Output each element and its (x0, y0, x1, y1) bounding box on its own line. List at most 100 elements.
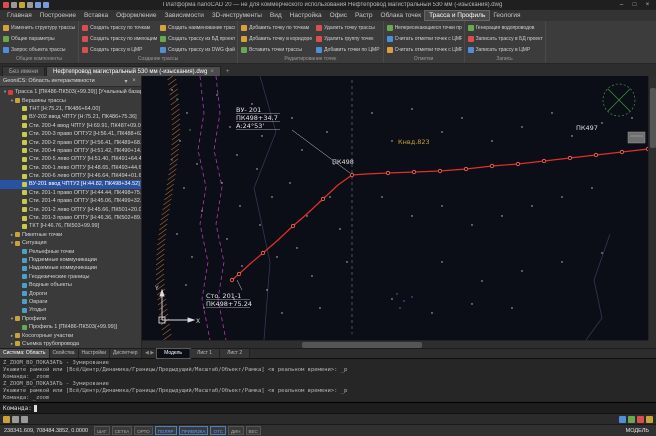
ribbon-button[interactable]: Записать трассу в ЦМР (467, 45, 543, 56)
ribbon-button[interactable]: Вставить точки трассы (240, 45, 313, 56)
tree-item[interactable]: ▾Профили (0, 315, 141, 323)
ribbon-button[interactable]: Записать трассу в БД проектов (467, 33, 543, 44)
menu-item-3[interactable]: Оформление (112, 11, 160, 20)
menu-item-4[interactable]: Зависимости (160, 11, 207, 20)
tree-item[interactable]: Овраги (0, 298, 141, 306)
chat-icon[interactable] (628, 416, 635, 423)
menu-item-2[interactable]: Вставка (80, 11, 112, 20)
tree-item[interactable]: ВУ-202 ввод ЧПТУ [Н:75.21, ПК486+75.36] (0, 113, 141, 121)
tree-item[interactable]: Сти. 201-2 лево ОПТУ [Н:45.66, ПК501+20.… (0, 205, 141, 213)
alert-icon[interactable] (637, 416, 644, 423)
save-icon[interactable] (27, 2, 33, 8)
command-input-row[interactable]: Команда: (0, 402, 656, 413)
tree-item[interactable]: Подземные коммуникации (0, 256, 141, 264)
ribbon-button[interactable]: Изменить структуру трассы (2, 22, 76, 33)
ribbon-button[interactable]: Добавить точки по ЦМР (315, 45, 380, 56)
tree-item[interactable]: ▸Косогорные участки (0, 331, 141, 339)
layout-tab-0[interactable]: Модель (157, 349, 190, 358)
drawing-area[interactable]: ПК498ПК497Кнвд.823ВУ- 201ПК498+34.7А:24°… (142, 76, 656, 348)
panel-tab-1[interactable]: Свойства (50, 349, 79, 358)
document-tab-0[interactable]: Без имени (2, 66, 45, 76)
toggle-поляр[interactable]: ПОЛЯР (155, 426, 177, 435)
ribbon-button[interactable]: Создать трассу из БД проектов (159, 33, 235, 44)
ribbon-button[interactable]: Создать трассу в ЦМР (81, 45, 157, 56)
folder-icon[interactable] (3, 416, 10, 423)
link-icon[interactable] (619, 416, 626, 423)
maximize-button[interactable]: □ (628, 2, 641, 8)
toggle-вес[interactable]: ВЕС (246, 426, 261, 435)
app-icon[interactable] (3, 2, 9, 8)
menu-item-5[interactable]: 3D-инструменты (208, 11, 266, 20)
menu-item-9[interactable]: Растр (351, 11, 377, 20)
tree-item[interactable]: Сти. 200-5 лево ОПТУ [Н:51.40, ПК491+64.… (0, 155, 141, 163)
tree-item[interactable]: Дороги (0, 289, 141, 297)
tree-item[interactable]: Сти. 201-3 право ОПТУ [Н:46.36, ПК502+89… (0, 214, 141, 222)
save-icon[interactable] (12, 416, 19, 423)
toggle-шаг[interactable]: ШАГ (94, 426, 110, 435)
panel-tab-2[interactable]: Настройки (79, 349, 111, 358)
layout-tab-1[interactable]: Лист 1 (190, 349, 220, 358)
ribbon-button[interactable]: Запрос объекта трассы (2, 45, 76, 56)
tree-item[interactable]: Сти. 201-4 право ОПТУ [Н:45.06, ПК499+32… (0, 197, 141, 205)
ribbon-button[interactable]: Генерация водопроводов (467, 22, 543, 33)
menu-item-11[interactable]: Трасса и Профиль (425, 11, 489, 20)
tree-item[interactable]: Надземные коммуникации (0, 264, 141, 272)
ribbon-button[interactable]: Считать отметки точек с ЦМР (386, 33, 462, 44)
ribbon-button[interactable]: Добавить точку в коридоре (240, 33, 313, 44)
tree-item[interactable]: ▸Съемка трубопровода (0, 340, 141, 348)
tree-item[interactable]: ▸Пикетные точки (0, 231, 141, 239)
layout-tab-arrows[interactable]: ◀ ▶ (142, 349, 157, 358)
ribbon-button[interactable]: Создать трассу по имеющимся (81, 33, 157, 44)
tree-item[interactable]: Сти. 201-1 право ОПТУ [Н:44.44, ПК498+75… (0, 189, 141, 197)
tree-item[interactable]: Угодья (0, 306, 141, 314)
toggle-отс[interactable]: ОТС (210, 426, 226, 435)
command-history[interactable]: Z_ZOOM_ВО_ПОКАЗАТЬ - ЗумированиеУкажите … (0, 358, 656, 402)
undo-icon[interactable] (35, 2, 41, 8)
tree-item[interactable]: Сти. 200-6 лево ОПТУ [Н:46.64, ПК494+01.… (0, 172, 141, 180)
tree-item[interactable]: Рельефные точки (0, 247, 141, 255)
cad-canvas[interactable]: ПК498ПК497Кнвд.823ВУ- 201ПК498+34.7А:24°… (142, 76, 648, 340)
print-icon[interactable] (21, 416, 28, 423)
tree-item[interactable]: Профиль 1 [ПК486-ПК503(+99.99)] (0, 323, 141, 331)
ribbon-button[interactable]: Добавить точку по точкам (240, 22, 313, 33)
ribbon-button[interactable]: Создать трассу из DWG файла (159, 45, 235, 56)
panel-tab-3[interactable]: Диспетчер (110, 349, 141, 358)
ribbon-button[interactable]: Общие параметры (2, 33, 76, 44)
tree-item[interactable]: Геодезические границы (0, 273, 141, 281)
tree-item[interactable]: Сти. 200-4 ввод ЧПТУ [Н:69.91, ПК487+09.… (0, 122, 141, 130)
ribbon-button[interactable]: Создать наименование трассы (159, 22, 235, 33)
menu-item-0[interactable]: Главная (3, 11, 36, 20)
ribbon-button[interactable]: Удалить группу точек (315, 33, 380, 44)
tree-item[interactable]: ▾Ситуация (0, 239, 141, 247)
tree-item[interactable]: ▾Трасса 1 [ПК486-ПК503(+99.39)] [Учалыны… (0, 88, 141, 96)
toggle-дин[interactable]: ДИН (228, 426, 244, 435)
toggle-привязка[interactable]: ПРИВЯЗКА (179, 426, 209, 435)
menu-item-1[interactable]: Построение (36, 11, 80, 20)
menu-item-7[interactable]: Настройка (286, 11, 326, 20)
tree-item[interactable]: ВУ-201 ввод ЧПТУ2 [Н:44.82, ПК498+34.52] (0, 180, 141, 188)
layout-tab-2[interactable]: Лист 2 (220, 349, 250, 358)
ribbon-button[interactable]: Считать отметки точек с ЦМР (386, 45, 462, 56)
panel-tab-0[interactable]: Система: Область (0, 349, 50, 358)
ribbon-button[interactable]: Удалить точку трассы (315, 22, 380, 33)
open-file-icon[interactable] (19, 2, 25, 8)
tree-item[interactable]: ▾Вершины трассы (0, 96, 141, 104)
tree-pin-icon[interactable]: ▾ (122, 78, 130, 85)
tree-item[interactable]: ТКТ [Н:46.76, ПК503+99.99] (0, 222, 141, 230)
ribbon-button[interactable]: Непересекающиеся точки профиля (386, 22, 462, 33)
tab-close-icon[interactable]: × (210, 69, 214, 75)
tree-item[interactable]: Сти. 200-1 лево ОПТУ [Н:48.65, ПК493+44.… (0, 164, 141, 172)
horizontal-scrollbar-thumb[interactable] (302, 342, 422, 348)
new-file-icon[interactable] (11, 2, 17, 8)
tree-item[interactable]: Сти. 200-4 право ОПТУ [Н:51.42, ПК490+14… (0, 147, 141, 155)
menu-item-6[interactable]: Вид (266, 11, 286, 20)
ribbon-button[interactable]: Создать трассу по точкам (81, 22, 157, 33)
tree-item[interactable]: ТНТ [Н:75.21, ПК486+64.00] (0, 105, 141, 113)
menu-item-12[interactable]: Геология (489, 11, 524, 20)
model-space-label[interactable]: МОДЕЛЬ (623, 428, 652, 434)
horizontal-scrollbar[interactable] (142, 340, 648, 348)
document-tab-1[interactable]: Нефтепровод магистральный 530 мм (-изыск… (46, 66, 221, 76)
layers-icon[interactable] (646, 416, 653, 423)
close-button[interactable]: × (641, 2, 654, 8)
vertical-scrollbar[interactable] (648, 76, 656, 340)
